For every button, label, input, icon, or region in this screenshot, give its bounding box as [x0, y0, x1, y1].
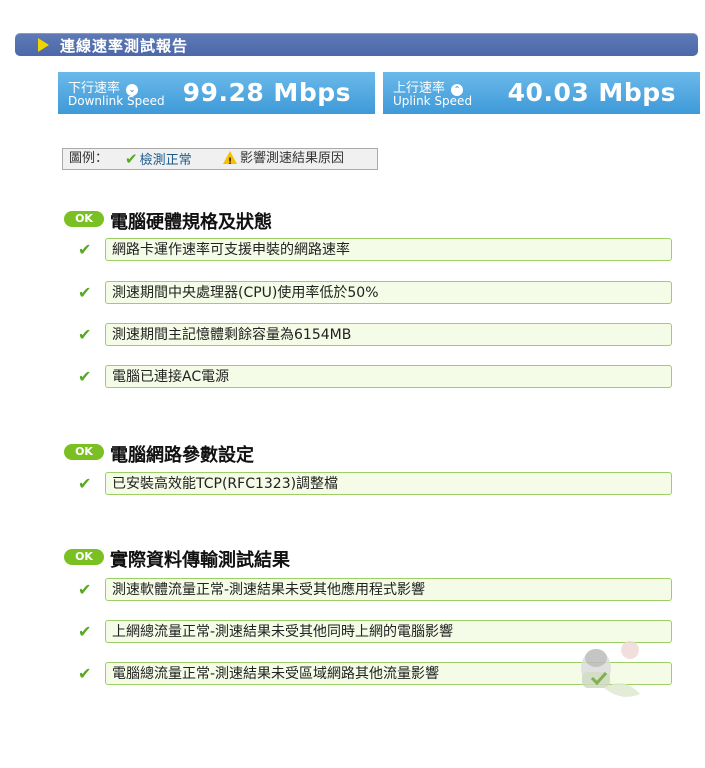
report-title-bar: 連線速率測試報告	[15, 33, 698, 56]
check-icon: ✔	[78, 622, 92, 641]
legend-warn: 影響測速結果原因	[223, 149, 345, 172]
legend-title: 圖例：	[69, 151, 109, 166]
section-title: 電腦網路參數設定	[110, 445, 254, 466]
legend-warn-label: 影響測速結果原因	[240, 151, 345, 166]
downlink-speed-value: 99.28 Mbps	[182, 78, 351, 107]
downlink-label-en: Downlink Speed	[68, 94, 165, 108]
check-icon: ✔	[78, 580, 92, 599]
ok-badge: OK	[64, 211, 104, 227]
check-icon: ✔	[78, 325, 92, 344]
result-item: 測速期間主記憶體剩餘容量為6154MB	[105, 323, 672, 346]
ok-badge: OK	[64, 549, 104, 565]
result-item: 網路卡運作速率可支援申裝的網路速率	[105, 238, 672, 261]
uplink-speed-value: 40.03 Mbps	[507, 78, 676, 107]
check-icon: ✔	[78, 283, 92, 302]
uplink-speed-panel: 上行速率 ⌃ Uplink Speed 40.03 Mbps	[383, 72, 700, 114]
play-arrow-icon	[38, 38, 49, 52]
warning-icon	[223, 151, 237, 172]
uplink-label-en: Uplink Speed	[393, 94, 473, 108]
check-icon: ✔	[78, 664, 92, 683]
ok-badge: OK	[64, 444, 104, 460]
report-title: 連線速率測試報告	[60, 37, 189, 55]
legend: 圖例： ✔檢測正常 影響測速結果原因	[62, 148, 378, 172]
check-icon: ✔	[78, 367, 92, 386]
result-item: 電腦已連接AC電源	[105, 365, 672, 388]
downlink-speed-panel: 下行速率 ⌄ Downlink Speed 99.28 Mbps	[58, 72, 375, 114]
section-title: 電腦硬體規格及狀態	[110, 212, 272, 233]
result-item: 測速軟體流量正常-測速結果未受其他應用程式影響	[105, 578, 672, 601]
watermark-logo	[581, 641, 640, 697]
check-icon: ✔	[78, 474, 92, 493]
legend-ok-label: 檢測正常	[139, 153, 192, 168]
section-title: 實際資料傳輸測試結果	[110, 550, 290, 571]
check-icon: ✔	[125, 150, 138, 168]
result-item: 測速期間中央處理器(CPU)使用率低於50%	[105, 281, 672, 304]
result-item: 已安裝高效能TCP(RFC1323)調整檔	[105, 472, 672, 495]
legend-ok: ✔ 檢測正常	[125, 149, 192, 171]
check-icon: ✔	[78, 240, 92, 259]
